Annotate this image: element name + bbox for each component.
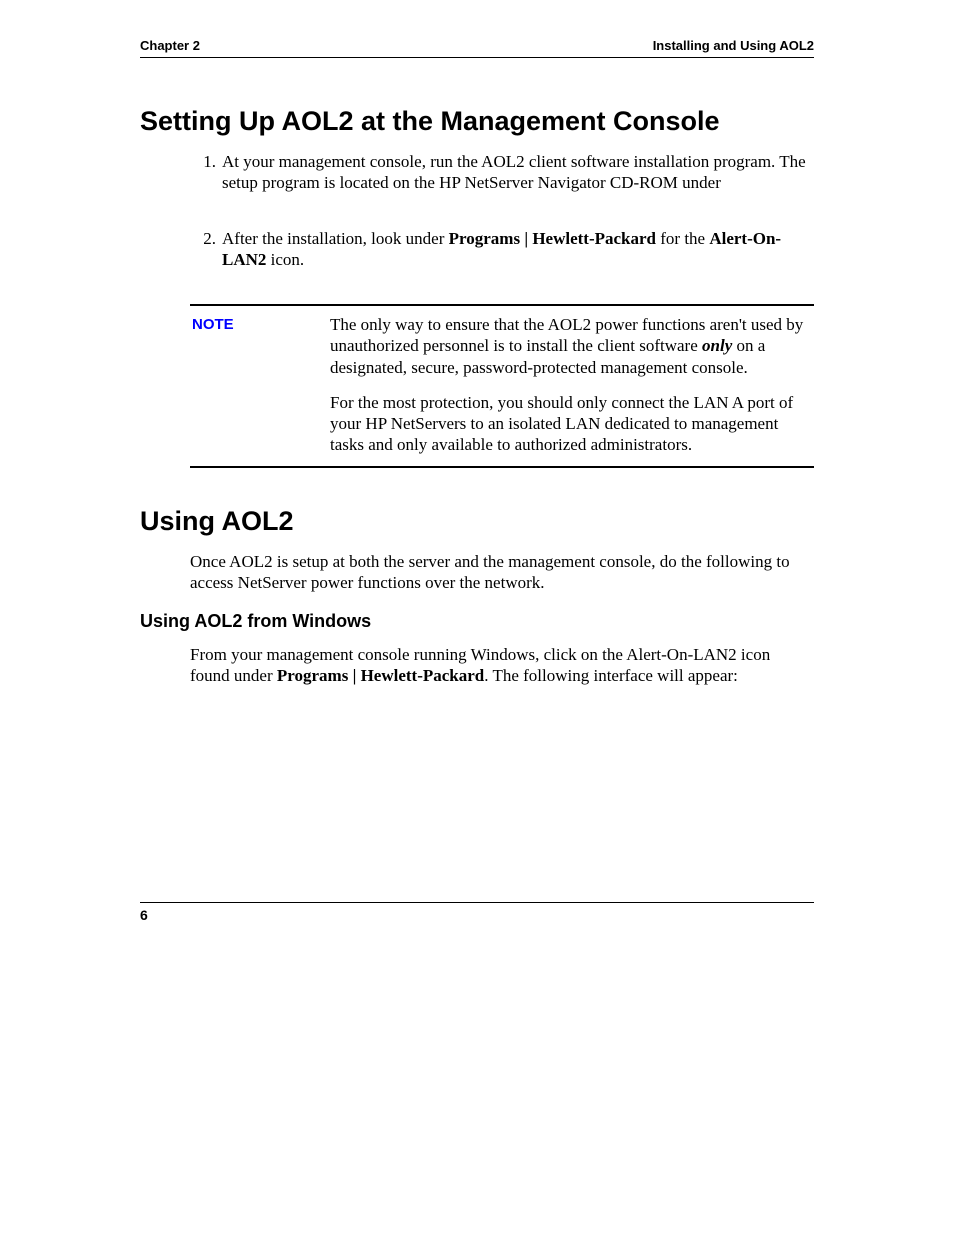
list-number: 2. [198,228,222,271]
page-content: Chapter 2 Installing and Using AOL2 Sett… [0,0,954,687]
ordered-list: 1. At your management console, run the A… [198,151,814,270]
menu-path: Programs | Hewlett-Packard [277,666,484,685]
list-body: After the installation, look under Progr… [222,228,814,271]
running-header: Chapter 2 Installing and Using AOL2 [140,38,814,58]
subsection-body: From your management console running Win… [190,644,814,687]
list-item: 1. At your management console, run the A… [198,151,814,194]
page-footer: 6 [140,902,814,923]
section-intro: Once AOL2 is setup at both the server an… [190,551,814,594]
note-text: The only way to ensure that the AOL2 pow… [330,314,814,456]
header-right: Installing and Using AOL2 [653,38,814,53]
note-label: NOTE [190,314,330,456]
list-body: At your management console, run the AOL2… [222,151,814,194]
header-left: Chapter 2 [140,38,200,53]
emphasis-only: only [702,336,732,355]
list-item: 2. After the installation, look under Pr… [198,228,814,271]
subsection-heading-windows: Using AOL2 from Windows [140,611,814,632]
section-heading-setup: Setting Up AOL2 at the Management Consol… [140,106,814,137]
section-heading-using: Using AOL2 [140,506,814,537]
note-box: NOTE The only way to ensure that the AOL… [190,304,814,468]
page-number: 6 [140,907,148,923]
list-number: 1. [198,151,222,194]
menu-path: Programs | Hewlett-Packard [449,229,656,248]
